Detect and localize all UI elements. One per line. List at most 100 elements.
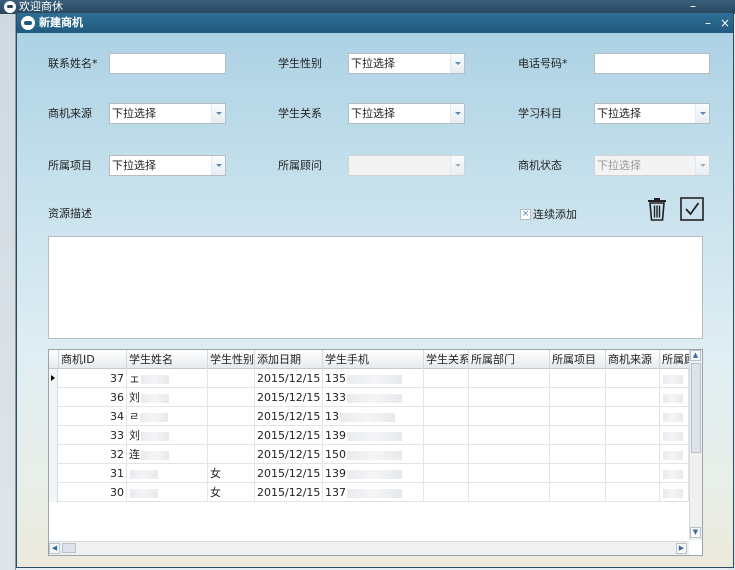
column-header[interactable]: 所属部门 <box>469 350 550 369</box>
table-cell[interactable]: 133 <box>323 388 424 407</box>
table-cell[interactable] <box>469 407 550 426</box>
table-cell[interactable]: 13 <box>323 407 424 426</box>
table-cell[interactable] <box>606 483 660 502</box>
row-header[interactable] <box>49 464 58 483</box>
table-cell[interactable]: 139 <box>323 464 424 483</box>
table-cell[interactable]: 150 <box>323 445 424 464</box>
table-cell[interactable]: 女 <box>208 464 255 483</box>
table-cell[interactable]: 2015/12/15 <box>255 369 323 388</box>
table-cell[interactable] <box>208 369 255 388</box>
table-cell[interactable] <box>606 426 660 445</box>
confirm-button[interactable] <box>680 197 704 221</box>
row-header[interactable] <box>49 426 58 445</box>
table-cell[interactable] <box>660 464 689 483</box>
table-cell[interactable] <box>424 483 469 502</box>
table-cell[interactable] <box>550 407 606 426</box>
horizontal-scrollbar[interactable]: ◀ ▶ <box>49 541 689 555</box>
table-cell[interactable] <box>424 464 469 483</box>
scroll-right-icon[interactable]: ▶ <box>676 543 687 554</box>
chevron-down-icon[interactable] <box>211 104 225 123</box>
table-cell[interactable]: 连 <box>127 445 208 464</box>
chevron-down-icon[interactable] <box>450 54 464 73</box>
dialog-minimize-button[interactable]: – <box>705 13 711 33</box>
table-cell[interactable]: 32 <box>59 445 127 464</box>
chevron-down-icon[interactable] <box>695 104 709 123</box>
scroll-up-icon[interactable]: ▲ <box>690 350 701 361</box>
column-header[interactable]: 学生手机 <box>323 350 424 369</box>
table-cell[interactable] <box>606 464 660 483</box>
table-cell[interactable] <box>127 464 208 483</box>
table-cell[interactable]: 2015/12/15 <box>255 407 323 426</box>
table-row[interactable]: 33 刘 2015/12/15 139 <box>49 426 689 445</box>
column-header[interactable]: 所属项目 <box>550 350 606 369</box>
table-cell[interactable]: 34 <box>59 407 127 426</box>
table-cell[interactable] <box>469 426 550 445</box>
student-relation-select[interactable]: 下拉选择 <box>348 103 465 124</box>
table-row[interactable]: 32 连 2015/12/15 150 <box>49 445 689 464</box>
vertical-scrollbar[interactable]: ▲ ▼ <box>689 350 702 540</box>
table-cell[interactable]: 37 <box>59 369 127 388</box>
dialog-titlebar[interactable]: 新建商机 – × <box>17 13 733 33</box>
scroll-left-icon[interactable]: ◀ <box>49 543 60 554</box>
table-cell[interactable] <box>208 388 255 407</box>
table-cell[interactable] <box>424 407 469 426</box>
row-header[interactable] <box>49 407 58 426</box>
column-header[interactable]: 学生姓名 <box>127 350 208 369</box>
table-cell[interactable] <box>660 388 689 407</box>
table-cell[interactable] <box>424 445 469 464</box>
continuous-add-checkbox[interactable]: × <box>520 209 531 220</box>
column-header[interactable]: 学生关系 <box>424 350 469 369</box>
column-header[interactable]: 商机ID <box>59 350 127 369</box>
table-cell[interactable] <box>550 388 606 407</box>
table-cell[interactable] <box>208 445 255 464</box>
table-cell[interactable] <box>208 426 255 445</box>
table-cell[interactable] <box>660 483 689 502</box>
table-cell[interactable] <box>550 464 606 483</box>
table-cell[interactable] <box>660 445 689 464</box>
dialog-close-button[interactable]: × <box>720 13 730 33</box>
table-cell[interactable] <box>469 388 550 407</box>
table-cell[interactable] <box>606 369 660 388</box>
table-cell[interactable] <box>660 407 689 426</box>
description-textarea[interactable] <box>48 236 703 339</box>
table-cell[interactable]: 2015/12/15 <box>255 483 323 502</box>
table-cell[interactable] <box>424 388 469 407</box>
table-cell[interactable] <box>469 483 550 502</box>
table-row[interactable]: 34 ㄹ 2015/12/15 13 <box>49 407 689 426</box>
table-cell[interactable] <box>127 483 208 502</box>
chevron-down-icon[interactable] <box>450 104 464 123</box>
vertical-scroll-thumb[interactable] <box>691 363 701 453</box>
table-cell[interactable] <box>469 369 550 388</box>
table-cell[interactable] <box>606 445 660 464</box>
table-cell[interactable] <box>469 464 550 483</box>
opportunity-source-select[interactable]: 下拉选择 <box>109 103 226 124</box>
table-row[interactable]: 31 女 2015/12/15 139 <box>49 464 689 483</box>
table-row[interactable]: 36 刘 2015/12/15 133 <box>49 388 689 407</box>
table-cell[interactable]: ェ <box>127 369 208 388</box>
project-select[interactable]: 下拉选择 <box>109 155 226 176</box>
table-cell[interactable] <box>660 369 689 388</box>
table-cell[interactable]: 2015/12/15 <box>255 388 323 407</box>
table-cell[interactable] <box>606 407 660 426</box>
student-gender-select[interactable]: 下拉选择 <box>348 53 465 74</box>
column-header[interactable]: 添加日期 <box>255 350 323 369</box>
table-cell[interactable]: 135 <box>323 369 424 388</box>
current-row-indicator-icon[interactable] <box>49 369 58 388</box>
subject-select[interactable]: 下拉选择 <box>594 103 710 124</box>
contact-name-input[interactable] <box>109 53 226 74</box>
table-cell[interactable] <box>550 483 606 502</box>
table-cell[interactable] <box>660 426 689 445</box>
table-cell[interactable]: 31 <box>59 464 127 483</box>
row-header[interactable] <box>49 388 58 407</box>
table-row[interactable]: 30 女 2015/12/15 137 <box>49 483 689 502</box>
table-cell[interactable] <box>424 369 469 388</box>
table-cell[interactable]: 2015/12/15 <box>255 445 323 464</box>
row-header[interactable] <box>49 445 58 464</box>
table-cell[interactable]: 33 <box>59 426 127 445</box>
table-cell[interactable]: 女 <box>208 483 255 502</box>
table-cell[interactable]: 刘 <box>127 388 208 407</box>
table-cell[interactable]: 30 <box>59 483 127 502</box>
delete-button[interactable] <box>645 197 669 221</box>
table-cell[interactable] <box>469 445 550 464</box>
table-cell[interactable] <box>550 369 606 388</box>
